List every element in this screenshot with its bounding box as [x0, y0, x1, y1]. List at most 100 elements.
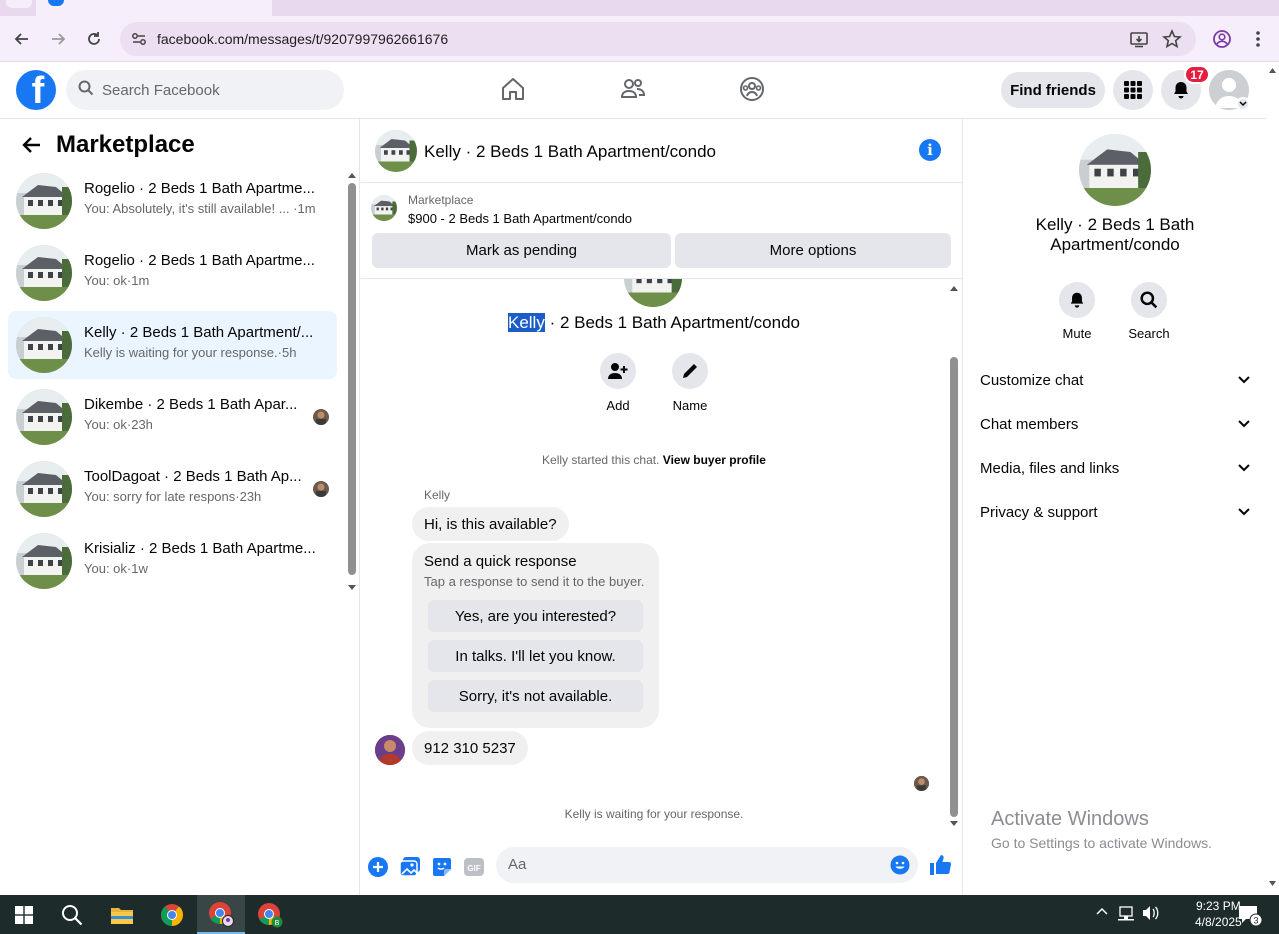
conversation-preview: You: Absolutely, it's still available! .…	[84, 201, 316, 216]
chevron-down-icon	[1238, 508, 1250, 516]
quick-response-yes-button[interactable]: Yes, are you interested?	[428, 600, 643, 632]
chat-details-panel: Kelly · 2 Beds 1 Bath Apartment/condo Mu…	[964, 119, 1266, 895]
conversation-item-active[interactable]: Kelly · 2 Beds 1 Bath Apartment/... Kell…	[8, 311, 337, 379]
svg-text:3: 3	[1253, 916, 1258, 926]
facebook-logo-icon[interactable]: f	[16, 70, 56, 110]
listing-price[interactable]: $900 - 2 Beds 1 Bath Apartment/condo	[408, 211, 632, 226]
friends-icon[interactable]	[618, 74, 648, 104]
conversation-item[interactable]: Krisializ · 2 Beds 1 Bath Apartme... You…	[8, 527, 337, 595]
mark-as-pending-button[interactable]: Mark as pending	[372, 233, 671, 268]
sticker-icon[interactable]	[430, 855, 454, 879]
conversation-preview: You: sorry for late respons·23h	[84, 489, 262, 504]
chat-header-name[interactable]: Kelly · 2 Beds 1 Bath Apartment/condo	[424, 142, 716, 162]
back-arrow-icon[interactable]	[16, 129, 48, 161]
message-input-box[interactable]	[496, 847, 918, 883]
inbox-scrollbar[interactable]	[346, 169, 358, 594]
conversation-preview: You: ok·1m	[84, 273, 150, 288]
notification-badge: 17	[1184, 65, 1210, 84]
address-bar[interactable]: facebook.com/messages/t/9207997962661676	[120, 22, 1196, 56]
media-files-links-section[interactable]: Media, files and links	[972, 448, 1258, 488]
privacy-support-section[interactable]: Privacy & support	[972, 492, 1258, 532]
browser-tab-strip	[0, 0, 1279, 16]
conversation-item[interactable]: Rogelio · 2 Beds 1 Bath Apartme... You: …	[8, 167, 337, 235]
mute-label: Mute	[1062, 326, 1092, 341]
apps-grid-icon[interactable]	[1113, 70, 1153, 110]
chat-avatar[interactable]	[375, 130, 417, 172]
chrome-profile-active-icon[interactable]	[197, 895, 245, 934]
more-options-button[interactable]: More options	[675, 233, 951, 268]
photo-icon[interactable]	[398, 855, 422, 879]
seen-avatar	[313, 481, 329, 497]
search-label: Search	[1128, 326, 1170, 341]
taskbar-clock[interactable]: 9:23 PM 4/8/2025	[1195, 898, 1242, 930]
quick-response-in-talks-button[interactable]: In talks. I'll let you know.	[428, 640, 643, 672]
info-icon[interactable]: i	[919, 139, 941, 161]
search-input[interactable]	[102, 81, 322, 99]
emoji-icon[interactable]	[890, 855, 910, 880]
conversation-preview: You: ok·23h	[84, 417, 153, 432]
conversation-item[interactable]: ToolDagoat · 2 Beds 1 Bath Ap... You: so…	[8, 455, 337, 523]
svg-text:GIF: GIF	[467, 864, 480, 873]
back-arrow-icon[interactable]	[9, 26, 35, 52]
home-icon[interactable]	[498, 74, 528, 104]
chat-details-avatar[interactable]	[1079, 134, 1151, 206]
add-person-icon	[600, 353, 636, 389]
inbox-title: Marketplace	[56, 131, 195, 158]
chrome-profile-b-icon[interactable]: B	[246, 895, 294, 934]
file-explorer-icon[interactable]	[98, 895, 146, 934]
facebook-search-box[interactable]	[66, 70, 344, 110]
listing-banner: Marketplace $900 - 2 Beds 1 Bath Apartme…	[361, 183, 963, 279]
active-browser-tab[interactable]	[36, 0, 272, 16]
scrollbar-thumb[interactable]	[950, 357, 958, 817]
reload-icon[interactable]	[81, 26, 107, 52]
thumbs-up-icon[interactable]	[928, 853, 952, 877]
site-info-icon[interactable]	[130, 30, 148, 53]
chrome-icon[interactable]	[148, 895, 196, 934]
tab-search-button[interactable]	[6, 0, 32, 8]
network-icon[interactable]	[1118, 905, 1136, 924]
install-app-icon[interactable]	[1129, 29, 1149, 54]
show-hidden-icons-icon[interactable]	[1096, 905, 1108, 921]
thread-scrollbar[interactable]	[947, 281, 961, 831]
action-center-icon[interactable]: 3	[1237, 904, 1263, 929]
conversation-preview: Kelly is waiting for your response.·5h	[84, 345, 297, 360]
bookmark-star-icon[interactable]	[1162, 28, 1182, 54]
forward-arrow-icon[interactable]	[45, 26, 71, 52]
chat-members-section[interactable]: Chat members	[972, 404, 1258, 444]
name-chat-button[interactable]: Name	[660, 353, 720, 413]
conversation-title: ToolDagoat · 2 Beds 1 Bath Ap...	[84, 468, 302, 485]
profile-icon[interactable]	[1209, 26, 1235, 52]
taskbar-search-icon[interactable]	[48, 895, 96, 934]
conversation-item[interactable]: Dikembe · 2 Beds 1 Bath Apar... You: ok·…	[8, 383, 337, 451]
name-label: Name	[672, 398, 708, 413]
message-bubble[interactable]: 912 310 5237	[412, 731, 528, 765]
quick-response-subtitle: Tap a response to send it to the buyer.	[424, 574, 645, 589]
windows-start-icon[interactable]	[0, 895, 48, 934]
gif-icon[interactable]: GIF	[462, 855, 486, 879]
quick-response-card: Send a quick response Tap a response to …	[412, 543, 659, 728]
message-input[interactable]	[508, 856, 868, 873]
kebab-menu-icon[interactable]	[1245, 26, 1271, 52]
chevron-down-icon[interactable]	[1236, 97, 1250, 111]
page-scrollbar[interactable]	[1266, 62, 1279, 895]
volume-icon[interactable]	[1142, 905, 1160, 924]
customize-chat-section[interactable]: Customize chat	[972, 360, 1258, 400]
add-people-button[interactable]: Add	[588, 353, 648, 413]
waiting-notice: Kelly is waiting for your response.	[564, 807, 744, 821]
conversation-title: Rogelio · 2 Beds 1 Bath Apartme...	[84, 252, 315, 269]
search-in-chat-button[interactable]: Search	[1119, 282, 1179, 341]
conversation-item[interactable]: Rogelio · 2 Beds 1 Bath Apartme... You: …	[8, 239, 337, 307]
view-buyer-profile-link[interactable]: View buyer profile	[663, 453, 766, 467]
find-friends-button[interactable]: Find friends	[1001, 72, 1105, 108]
scrollbar-thumb[interactable]	[348, 183, 356, 575]
chevron-down-icon	[1238, 464, 1250, 472]
groups-icon[interactable]	[737, 74, 767, 104]
plus-circle-icon[interactable]	[366, 855, 390, 879]
listing-thumbnail	[16, 245, 72, 301]
marketplace-inbox: Marketplace Rogelio · 2 Beds 1 Bath Apar…	[0, 119, 360, 895]
mute-button[interactable]: Mute	[1047, 282, 1107, 341]
quick-response-not-available-button[interactable]: Sorry, it's not available.	[428, 680, 643, 712]
url-text: facebook.com/messages/t/9207997962661676	[157, 31, 449, 47]
message-bubble[interactable]: Hi, is this available?	[412, 507, 569, 541]
conversation-preview: You: ok·1w	[84, 561, 148, 576]
